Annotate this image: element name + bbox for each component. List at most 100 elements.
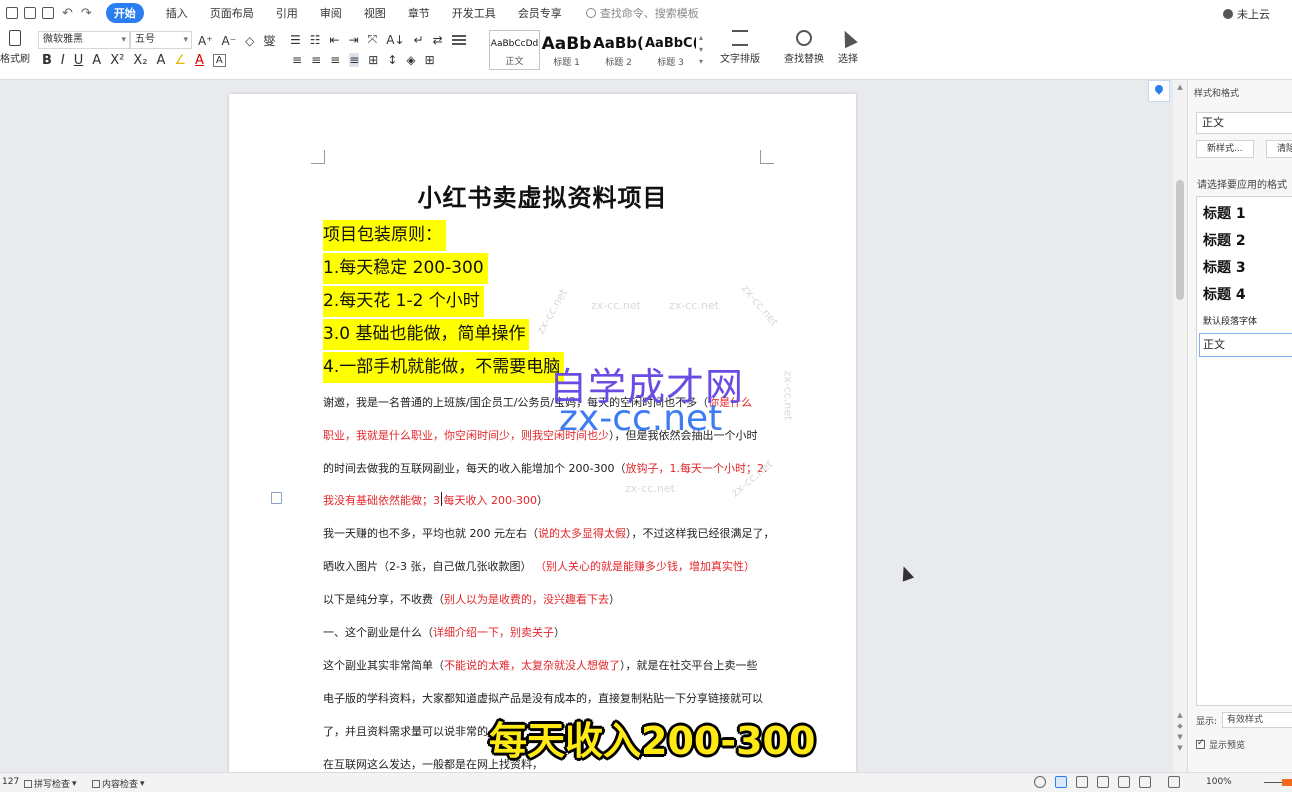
- style-item-heading-1[interactable]: 标题 1: [1203, 203, 1246, 223]
- tab-developer[interactable]: 开发工具: [452, 5, 496, 21]
- preview-icon[interactable]: [42, 7, 54, 19]
- decrease-indent-button[interactable]: ⇤: [330, 33, 340, 47]
- location-pin-icon[interactable]: [1148, 80, 1170, 102]
- style-item-heading-2[interactable]: 标题 2: [1203, 230, 1246, 250]
- style-card-heading-3[interactable]: AaBbC( 标题 3: [645, 30, 696, 70]
- document-page[interactable]: 小红书卖虚拟资料项目 项目包装原则： 1.每天稳定 200-300 2.每天花 …: [229, 94, 856, 772]
- distribute-button[interactable]: ⊞: [368, 53, 378, 67]
- document-canvas[interactable]: 小红书卖虚拟资料项目 项目包装原则： 1.每天稳定 200-300 2.每天花 …: [0, 80, 1146, 772]
- outline-view-icon[interactable]: [1076, 776, 1088, 788]
- zoom-level[interactable]: 100%: [1206, 777, 1232, 787]
- style-card-heading-2[interactable]: AaBb( 标题 2: [593, 30, 644, 70]
- body-line[interactable]: 一、这个副业是什么（详细介绍一下，别卖关子）: [323, 624, 565, 640]
- body-line[interactable]: 的时间去做我的互联网副业，每天的收入能增加个 200-300（放钩子，1.每天一…: [323, 460, 767, 476]
- highlight-line[interactable]: 4.一部手机就能做，不需要电脑: [323, 352, 565, 383]
- align-right-button[interactable]: ≡: [330, 53, 340, 67]
- font-name-select[interactable]: 微软雅黑: [38, 31, 130, 49]
- scrollbar-thumb[interactable]: [1176, 180, 1184, 300]
- select-button[interactable]: 选择: [838, 27, 858, 65]
- body-line[interactable]: 我一天赚的也不多，平均也就 200 元左右（说的太多显得太假），不过这样我已经很…: [323, 525, 775, 541]
- bold-button[interactable]: B: [42, 53, 52, 68]
- bullets-button[interactable]: ☰: [290, 33, 301, 47]
- body-line[interactable]: 这个副业其实非常简单（不能说的太难，太复杂就没人想做了），就是在社交平台上卖一些: [323, 657, 758, 673]
- body-line[interactable]: 了，并且资料需求量可以说非常的: [323, 723, 488, 739]
- highlight-line[interactable]: 1.每天稳定 200-300: [323, 253, 488, 284]
- underline-button[interactable]: U: [74, 53, 84, 68]
- page-number[interactable]: 127: [2, 777, 19, 787]
- undo-icon[interactable]: ↶: [62, 6, 73, 21]
- tab-section[interactable]: 章节: [408, 5, 430, 21]
- font-size-select[interactable]: 五号: [130, 31, 192, 49]
- reading-view-icon[interactable]: [1097, 776, 1109, 788]
- gallery-scroll-arrows[interactable]: ▴ ▾ ▾: [699, 32, 703, 68]
- style-item-body[interactable]: 正文: [1199, 333, 1292, 357]
- eye-protection-icon[interactable]: [1034, 776, 1046, 788]
- sort-button[interactable]: A↓: [386, 33, 404, 47]
- tab-view[interactable]: 视图: [364, 5, 386, 21]
- style-card-body[interactable]: AaBbCcDd 正文: [489, 30, 540, 70]
- char-border-button[interactable]: A: [212, 54, 226, 67]
- style-item-heading-4[interactable]: 标题 4: [1203, 284, 1246, 304]
- clear-format-button[interactable]: ◇: [245, 34, 254, 48]
- show-marks-button[interactable]: ↵: [414, 33, 424, 47]
- highlight-line[interactable]: 2.每天花 1-2 个小时: [323, 286, 484, 317]
- align-left-button[interactable]: ≡: [292, 53, 302, 67]
- document-outline-icon[interactable]: [271, 492, 282, 504]
- pen-icon[interactable]: [1139, 776, 1151, 788]
- highlight-line[interactable]: 3.0 基础也能做，简单操作: [323, 319, 530, 350]
- scroll-up-icon[interactable]: ▲: [1173, 82, 1187, 93]
- current-style-field[interactable]: 正文: [1196, 112, 1292, 134]
- scroll-page-icons[interactable]: ▲ ◆ ▼ ▼: [1173, 710, 1187, 754]
- body-line[interactable]: 以下是纯分享，不收费（别人以为是收费的，没兴趣看下去）: [323, 591, 620, 607]
- show-preview-checkbox[interactable]: 显示预览: [1196, 738, 1245, 751]
- cloud-status[interactable]: 未上云: [1223, 6, 1270, 22]
- style-item-heading-3[interactable]: 标题 3: [1203, 257, 1246, 277]
- chinese-layout-button[interactable]: ⤧: [368, 32, 378, 47]
- highlight-color-button[interactable]: ∠: [174, 53, 186, 68]
- tab-review[interactable]: 审阅: [320, 5, 342, 21]
- web-view-icon[interactable]: [1118, 776, 1130, 788]
- borders-button[interactable]: ⊞: [425, 53, 435, 67]
- vertical-scrollbar[interactable]: ▲ ▲ ◆ ▼ ▼: [1173, 80, 1187, 772]
- tab-home[interactable]: 开始: [105, 3, 144, 23]
- body-line[interactable]: 晒收入图片（2-3 张，自己做几张收款图） （别人关心的就是能赚多少钱，增加真实…: [323, 558, 755, 574]
- shrink-font-button[interactable]: A⁻: [222, 34, 237, 48]
- zoom-slider-thumb[interactable]: [1282, 779, 1292, 786]
- body-line[interactable]: 我没有基础依然能做；3.每天收入 200-300）: [323, 492, 548, 508]
- table-tool-icon[interactable]: [451, 34, 466, 45]
- spell-check-button[interactable]: 拼写检查 ▾: [24, 777, 77, 790]
- line-spacing-button[interactable]: ↕: [387, 53, 397, 67]
- document-title[interactable]: 小红书卖虚拟资料项目: [229, 178, 856, 213]
- find-replace-button[interactable]: 查找替换: [784, 30, 824, 65]
- shading-button[interactable]: ◈: [406, 53, 415, 67]
- body-line[interactable]: 电子版的学科资料，大家都知道虚拟产品是没有成本的，直接复制粘贴一下分享链接就可以: [323, 690, 763, 706]
- command-search[interactable]: 查找命令、搜索模板: [585, 5, 699, 21]
- increase-indent-button[interactable]: ⇥: [349, 33, 359, 47]
- pinyin-button[interactable]: 燮: [263, 32, 275, 49]
- grow-font-button[interactable]: A⁺: [198, 34, 213, 48]
- text-effect-button[interactable]: A: [156, 53, 165, 68]
- numbering-button[interactable]: ☷: [310, 33, 321, 47]
- print-icon[interactable]: [24, 7, 36, 19]
- new-style-button[interactable]: 新样式...: [1196, 140, 1254, 158]
- fit-page-icon[interactable]: [1168, 776, 1180, 788]
- font-color-button[interactable]: A: [195, 53, 204, 68]
- text-direction-button[interactable]: ⇄: [433, 33, 443, 47]
- italic-button[interactable]: I: [61, 53, 65, 68]
- tab-references[interactable]: 引用: [276, 5, 298, 21]
- style-card-heading-1[interactable]: AaBb 标题 1: [541, 30, 592, 70]
- redo-icon[interactable]: ↷: [81, 6, 92, 21]
- page-view-icon[interactable]: [1055, 776, 1067, 788]
- clear-format-pane-button[interactable]: 清除: [1266, 140, 1292, 158]
- superscript-button[interactable]: X²: [110, 53, 124, 68]
- justify-button[interactable]: ≡: [349, 53, 360, 67]
- align-center-button[interactable]: ≡: [311, 53, 321, 67]
- strikethrough-button[interactable]: A: [92, 53, 101, 68]
- tab-page-layout[interactable]: 页面布局: [210, 5, 254, 21]
- format-painter-button[interactable]: 格式刷: [0, 30, 30, 65]
- file-icon[interactable]: [6, 7, 18, 19]
- tab-insert[interactable]: 插入: [166, 5, 188, 21]
- content-check-button[interactable]: 内容检查 ▾: [92, 777, 145, 790]
- show-filter-select[interactable]: 有效样式: [1222, 712, 1292, 728]
- highlight-line[interactable]: 项目包装原则：: [323, 220, 446, 251]
